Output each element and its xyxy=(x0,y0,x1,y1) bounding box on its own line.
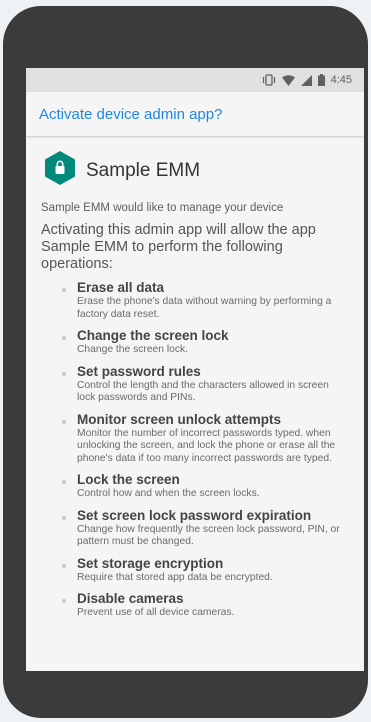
description-text: Activating this admin app will allow the… xyxy=(41,222,316,272)
permission-description: Erase the phone's data without warning b… xyxy=(77,296,332,320)
bullet xyxy=(41,508,77,549)
permission-item: Disable cameras Prevent use of all devic… xyxy=(41,591,364,620)
battery-icon xyxy=(317,74,325,86)
permission-list: Erase all data Erase the phone's data wi… xyxy=(41,280,364,620)
permission-description: Prevent use of all device cameras. xyxy=(77,607,235,618)
permission-description: Change the screen lock. xyxy=(77,344,189,355)
app-header: Sample EMM xyxy=(44,151,364,190)
bullet xyxy=(41,280,77,321)
permission-description: Require that stored app data be encrypte… xyxy=(77,571,273,583)
status-time: 4:45 xyxy=(330,74,352,86)
wifi-icon xyxy=(281,74,295,86)
permission-item: Set storage encryption Require that stor… xyxy=(41,556,364,585)
permission-item: Set screen lock password expiration Chan… xyxy=(41,508,364,549)
permission-title: Disable cameras xyxy=(77,591,184,606)
permission-description: Change how frequently the screen lock pa… xyxy=(77,523,340,548)
app-bar: Activate device admin app? xyxy=(26,92,364,137)
status-bar: 4:45 xyxy=(26,68,364,92)
permission-title: Change the screen lock xyxy=(77,328,229,343)
permission-item: Set password rules Control the length an… xyxy=(41,364,364,405)
bullet xyxy=(41,472,77,501)
page-title: Activate device admin app? xyxy=(39,105,223,123)
permission-description: Monitor the number of incorrect password… xyxy=(77,427,336,464)
bullet xyxy=(41,556,77,585)
bullet xyxy=(41,591,77,620)
permission-title: Set storage encryption xyxy=(77,555,224,571)
device-screen: 4:45 Activate device admin app? Sample E… xyxy=(26,68,364,671)
permission-title: Set password rules xyxy=(77,363,201,379)
permission-title: Lock the screen xyxy=(77,472,180,487)
admin-details[interactable]: Sample EMM Sample EMM would like to mana… xyxy=(26,137,364,620)
vibrate-icon xyxy=(262,74,276,86)
bullet xyxy=(41,364,77,405)
lock-hexagon-icon xyxy=(44,151,76,190)
permission-description: Control how and when the screen locks. xyxy=(77,488,260,499)
bullet xyxy=(41,328,77,357)
permission-item: Lock the screen Control how and when the… xyxy=(41,472,364,501)
bullet xyxy=(41,412,77,466)
app-name: Sample EMM xyxy=(86,159,201,181)
signal-icon xyxy=(300,74,312,86)
permission-item: Monitor screen unlock attempts Monitor t… xyxy=(41,412,364,466)
permission-title: Monitor screen unlock attempts xyxy=(77,411,282,427)
intro-text: Sample EMM would like to manage your dev… xyxy=(41,202,284,214)
phone-frame: 4:45 Activate device admin app? Sample E… xyxy=(3,6,368,718)
permission-item: Change the screen lock Change the screen… xyxy=(41,328,364,357)
permission-title: Erase all data xyxy=(77,280,165,295)
permission-item: Erase all data Erase the phone's data wi… xyxy=(41,280,364,321)
permission-title: Set screen lock password expiration xyxy=(77,507,312,523)
permission-description: Control the length and the characters al… xyxy=(77,379,329,404)
